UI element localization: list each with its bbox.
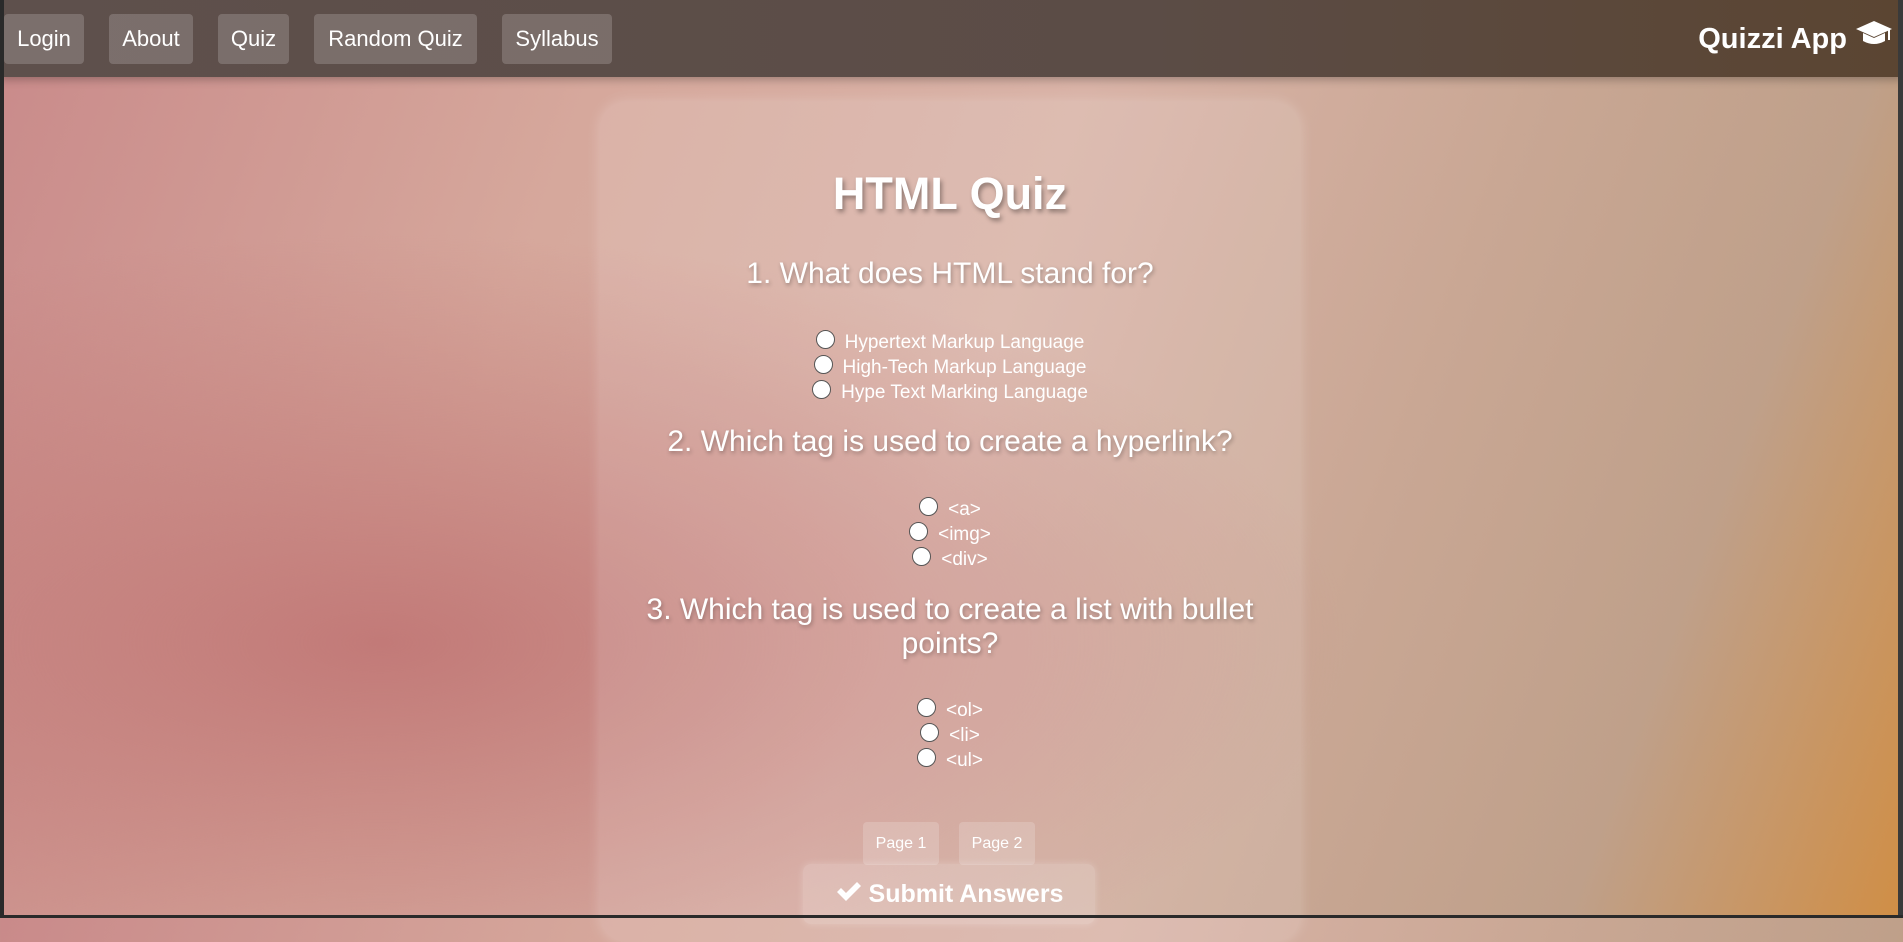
nav-syllabus-button[interactable]: Syllabus — [502, 14, 612, 64]
question-2-option-1[interactable]: <a> — [600, 497, 1300, 522]
quiz-title: HTML Quiz — [832, 168, 1068, 219]
question-1-option-3[interactable]: Hype Text Marking Language — [600, 380, 1300, 405]
option-label: High-Tech Markup Language — [842, 356, 1087, 378]
window-scrollbar[interactable] — [1898, 0, 1903, 918]
question-3-text: 3. Which tag is used to create a list wi… — [646, 593, 1254, 660]
nav-random-quiz-button[interactable]: Random Quiz — [314, 14, 477, 64]
nav-login-button[interactable]: Login — [4, 14, 84, 64]
radio-button[interactable] — [919, 497, 939, 516]
radio-button[interactable] — [917, 748, 936, 767]
question-2-option-2[interactable]: <img> — [600, 522, 1300, 547]
check-icon — [835, 880, 861, 909]
option-label: <div> — [941, 548, 988, 570]
question-3-option-2[interactable]: <li> — [600, 723, 1300, 748]
option-label: <ul> — [946, 749, 983, 771]
option-label: Hype Text Marking Language — [841, 381, 1088, 403]
option-label: Hypertext Markup Language — [844, 331, 1085, 353]
window-frame-left — [0, 0, 4, 918]
radio-button[interactable] — [920, 723, 940, 742]
top-navbar: Login About Quiz Random Quiz Syllabus Qu… — [0, 0, 1903, 77]
option-label: <a> — [948, 498, 981, 520]
brand-label: Quizzi App — [1698, 23, 1847, 55]
graduation-cap-icon — [1855, 14, 1893, 64]
page-1-button[interactable]: Page 1 — [863, 822, 939, 865]
question-1-text: 1. What does HTML stand for? — [746, 257, 1154, 290]
radio-button[interactable] — [812, 380, 832, 399]
submit-label: Submit Answers — [868, 879, 1064, 908]
question-1-option-2[interactable]: High-Tech Markup Language — [600, 355, 1300, 380]
question-3-option-1[interactable]: <ol> — [600, 698, 1300, 723]
option-label: <ol> — [946, 699, 983, 721]
nav-quiz-button[interactable]: Quiz — [218, 14, 289, 64]
option-label: <li> — [949, 724, 980, 746]
option-label: <img> — [938, 523, 991, 545]
question-2-text: 2. Which tag is used to create a hyperli… — [667, 425, 1233, 458]
radio-button[interactable] — [909, 522, 929, 541]
question-2-option-3[interactable]: <div> — [600, 547, 1300, 572]
radio-button[interactable] — [917, 698, 936, 717]
radio-button[interactable] — [912, 547, 932, 566]
nav-about-button[interactable]: About — [109, 14, 193, 64]
question-3-option-3[interactable]: <ul> — [600, 748, 1300, 773]
radio-button[interactable] — [815, 330, 835, 349]
radio-button[interactable] — [813, 355, 833, 374]
page-2-button[interactable]: Page 2 — [959, 822, 1035, 865]
brand[interactable]: Quizzi App — [1698, 14, 1893, 64]
question-1-option-1[interactable]: Hypertext Markup Language — [600, 330, 1300, 355]
